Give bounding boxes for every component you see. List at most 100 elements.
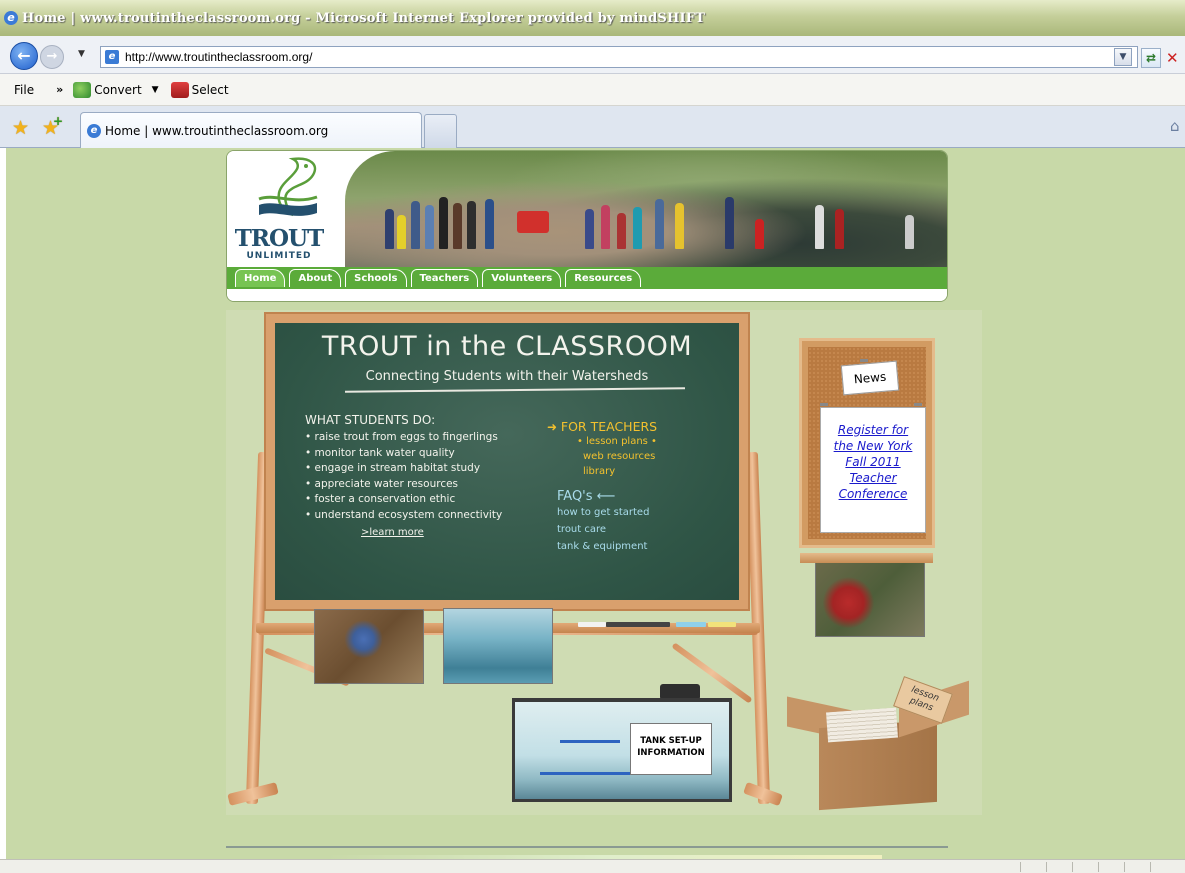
arrow-icon: ➜ [547,420,558,434]
chalkboard-subtitle: Connecting Students with their Watershed… [365,369,649,384]
students-item: • understand ecosystem connectivity [305,508,503,521]
logo-subtext: UNLIMITED [246,251,312,261]
tank-label-line1: TANK SET-UP [640,736,702,746]
cork-surface: News Register for the New York Fall 2011… [808,347,926,539]
forward-button[interactable]: → [40,45,64,69]
cooler-image [517,211,549,233]
eraser [606,622,670,627]
faq-heading[interactable]: FAQ's ⟵ [557,489,737,504]
favorites-star-icon[interactable]: ★ [12,117,29,139]
pin-icon [914,403,922,406]
tank-equipment-link[interactable]: tank & equipment [557,538,737,555]
teachers-heading[interactable]: FOR TEACHERS [561,419,657,434]
ie-logo-icon: e [4,11,18,25]
subtitle-underline [344,387,686,393]
news-heading: News [840,360,900,396]
pin-icon [820,403,828,406]
nav-volunteers[interactable]: Volunteers [482,269,562,287]
select-label: Select [191,82,229,97]
status-divider [1046,862,1047,872]
nav-home[interactable]: Home [235,269,286,287]
teacher-conference-link[interactable]: Register for the New York Fall 2011 Teac… [834,423,913,501]
add-favorite-icon[interactable]: ★ + [42,114,63,139]
chalkboard-surface: TROUT in the CLASSROOM Connecting Studen… [275,323,739,600]
status-divider [1020,862,1021,872]
tank-tubing [540,772,630,775]
nav-resources[interactable]: Resources [565,269,642,287]
box-papers [826,707,898,743]
lesson-plans-link[interactable]: • lesson plans • [577,434,737,449]
students-item: • appreciate water resources [305,477,459,490]
learn-more-link[interactable]: >learn more [361,527,545,538]
tab-bar: ★ ★ + e Home | www.troutintheclassroom.or… [0,106,1185,148]
web-resources-link[interactable]: web resources [583,449,737,464]
students-item: • raise trout from eggs to fingerlings [305,431,498,443]
news-note: Register for the New York Fall 2011 Teac… [820,407,926,533]
chalk-blue [676,622,706,627]
convert-label: Convert [94,82,142,97]
footer-divider [226,846,948,848]
window-title: Home | www.troutintheclassroom.org - Mic… [22,10,706,26]
stream-study-photo[interactable] [815,561,925,637]
student-photo[interactable] [314,609,424,684]
trout-unlimited-logo[interactable]: TROUT UNLIMITED [227,151,345,267]
header-photo [345,151,947,267]
convert-button[interactable]: Convert ▼ [73,81,159,98]
chalk-white [578,622,606,627]
teachers-section: ➜ FOR TEACHERS • lesson plans • web reso… [547,419,737,555]
select-icon [170,81,189,98]
convert-icon [73,81,92,98]
students-section: WHAT STUDENTS DO: • raise trout from egg… [305,413,545,538]
corkboard-base [800,553,933,563]
students-item: • engage in stream habitat study [305,462,481,474]
logo-text: TROUT [234,225,324,252]
select-button[interactable]: Select [170,81,229,98]
menu-bar: File » Convert ▼ Select [0,74,1185,106]
tab-label: Home | www.troutintheclassroom.org [105,123,329,138]
tab-home[interactable]: e Home | www.troutintheclassroom.org [80,112,422,148]
tank-setup-link[interactable]: TANK SET-UP INFORMATION [630,723,712,775]
chalkboard: TROUT in the CLASSROOM Connecting Studen… [264,312,750,611]
status-divider [1124,862,1125,872]
chalkboard-title: TROUT in the CLASSROOM [321,331,693,362]
site-nav: Home About Schools Teachers Volunteers R… [227,267,947,287]
address-input[interactable]: e http://www.troutintheclassroom.org/ [100,46,1138,68]
students-item: • foster a conservation ethic [305,493,456,505]
tab-page-icon: e [87,123,101,138]
header-bottom-bar [227,287,947,301]
news-corkboard: News Register for the New York Fall 2011… [799,338,935,548]
stop-button[interactable]: ✕ [1166,48,1185,68]
students-heading: WHAT STUDENTS DO: [305,413,436,427]
menu-overflow-icon[interactable]: » [56,83,63,96]
menu-file[interactable]: File [14,83,34,97]
site-header: TROUT UNLIMITED Home About Schools Teach… [226,150,948,302]
trout-care-link[interactable]: trout care [557,521,737,538]
students-item: • monitor tank water quality [305,446,455,459]
library-link[interactable]: library [583,464,737,479]
lesson-plans-box[interactable]: lesson plans [787,676,977,811]
home-icon[interactable]: ⌂ [1170,117,1185,135]
window-titlebar: e Home | www.troutintheclassroom.org - M… [0,0,1185,36]
tank-tubing [560,740,620,743]
page-icon: e [105,50,119,64]
status-divider [1150,862,1151,872]
nav-schools[interactable]: Schools [345,269,407,287]
address-dropdown-icon[interactable]: ▼ [1114,48,1132,66]
tank-label-line2: INFORMATION [637,748,705,758]
history-dropdown-icon[interactable]: ▼ [78,49,85,59]
status-bar [0,859,1185,873]
pin-icon [860,359,868,362]
status-divider [1072,862,1073,872]
status-divider [1098,862,1099,872]
chalk-yellow [708,622,736,627]
nav-teachers[interactable]: Teachers [410,269,479,287]
how-to-get-started-link[interactable]: how to get started [557,504,737,521]
trout-fish-icon [258,157,318,217]
address-url: http://www.troutintheclassroom.org/ [125,50,313,64]
convert-dropdown-icon[interactable]: ▼ [152,85,159,95]
back-button[interactable]: ← [10,42,38,70]
new-tab-button[interactable] [424,114,457,148]
fingerlings-photo[interactable] [443,608,553,684]
nav-about[interactable]: About [289,269,342,287]
refresh-button[interactable]: ⇄ [1141,48,1161,68]
